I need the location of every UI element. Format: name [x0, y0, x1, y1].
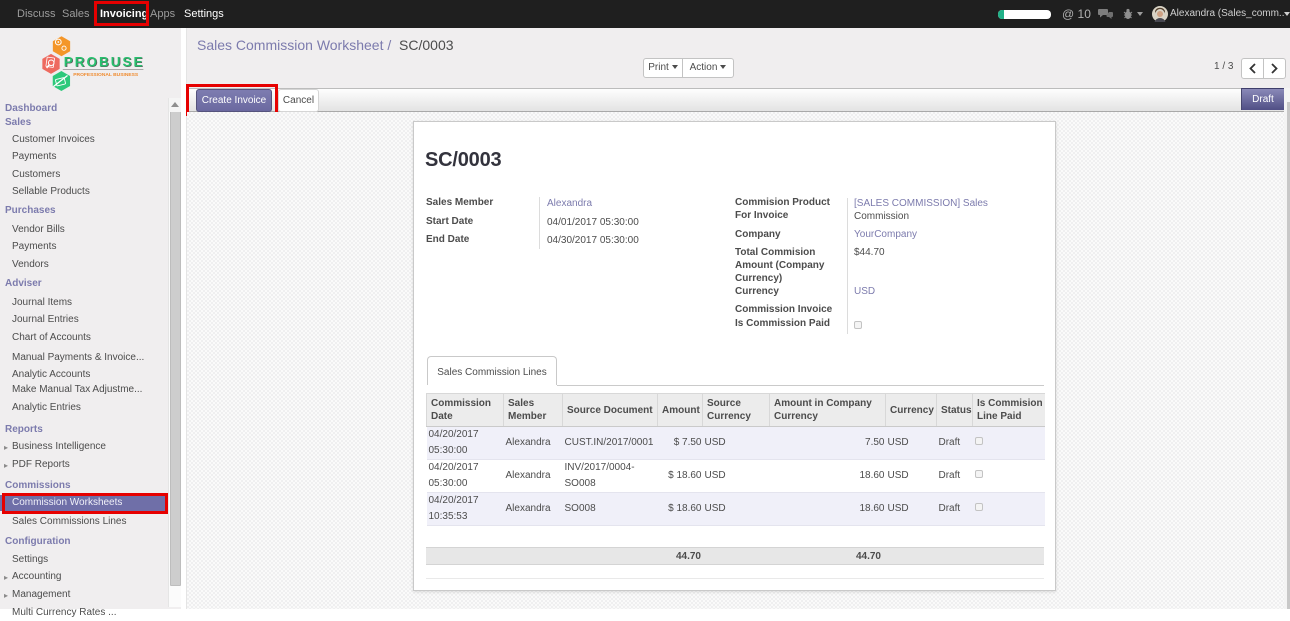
svg-text:PROBUSE: PROBUSE — [64, 55, 145, 70]
svg-text:PROFESSIONAL BUSINESS: PROFESSIONAL BUSINESS — [73, 72, 139, 78]
